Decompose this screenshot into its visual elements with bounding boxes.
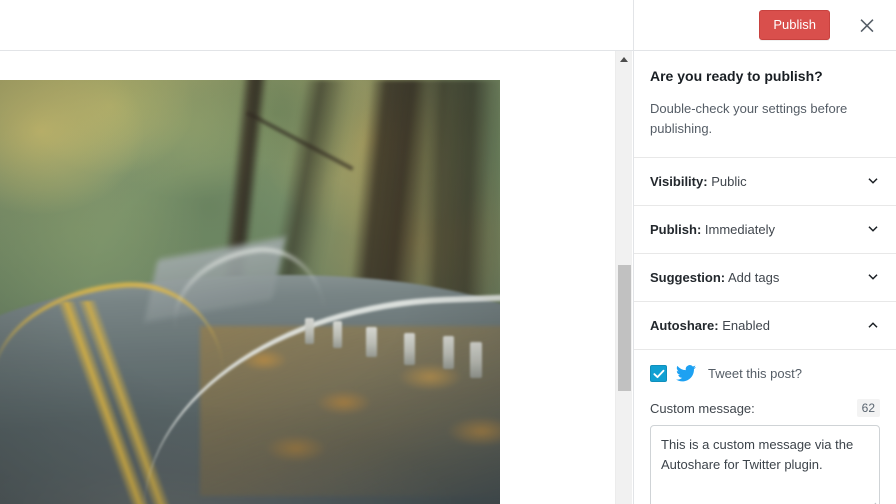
tweet-this-post-row[interactable]: Tweet this post? (650, 364, 880, 384)
panel-row-publish-text: Publish: Immediately (650, 222, 775, 237)
panel-row-visibility-value: Public (711, 173, 747, 189)
tweet-this-post-checkbox[interactable] (650, 365, 667, 383)
scroll-up-arrow-icon[interactable] (616, 51, 632, 68)
panel-row-visibility[interactable]: Visibility: Public (634, 156, 896, 205)
chevron-down-icon[interactable] (866, 270, 880, 284)
panel-row-suggestion[interactable]: Suggestion: Add tags (634, 252, 896, 301)
panel-row-visibility-label: Visibility: (650, 173, 708, 189)
custom-message-label: Custom message: (650, 400, 755, 416)
featured-image-block[interactable] (0, 80, 500, 504)
tweet-this-post-label: Tweet this post? (708, 366, 802, 382)
panel-row-publish-label: Publish: (650, 221, 702, 237)
wordpress-editor-screen: Publish Are you ready to publish? Double… (0, 0, 896, 504)
editor-canvas[interactable] (0, 51, 633, 504)
panel-row-autoshare[interactable]: Autoshare: Enabled (634, 300, 896, 349)
editor-topbar (0, 0, 633, 51)
chevron-down-icon[interactable] (866, 174, 880, 188)
editor-area (0, 0, 633, 504)
panel-row-suggestion-label: Suggestion: (650, 269, 726, 285)
panel-row-publish[interactable]: Publish: Immediately (634, 204, 896, 253)
panel-row-autoshare-text: Autoshare: Enabled (650, 318, 770, 333)
twitter-bird-icon (676, 365, 696, 382)
panel-row-suggestion-text: Suggestion: Add tags (650, 270, 779, 285)
panel-description: Double-check your settings before publis… (650, 100, 848, 136)
editor-scrollbar[interactable] (615, 51, 632, 504)
character-counter: 62 (856, 398, 880, 418)
chevron-down-icon[interactable] (866, 222, 880, 236)
publish-button[interactable]: Publish (759, 9, 830, 41)
panel-heading: Are you ready to publish? (650, 68, 823, 84)
pre-publish-panel: Publish Are you ready to publish? Double… (633, 0, 896, 504)
custom-message-input[interactable] (650, 425, 880, 504)
custom-message-field-wrap (650, 417, 880, 504)
panel-row-autoshare-label: Autoshare: (650, 317, 719, 333)
panel-intro: Are you ready to publish? Double-check y… (634, 51, 896, 157)
autoshare-settings: Tweet this post? Custom message: 62 (634, 348, 896, 504)
close-icon[interactable] (850, 8, 884, 42)
panel-row-autoshare-value: Enabled (722, 317, 770, 333)
panel-row-publish-value: Immediately (704, 221, 775, 237)
chevron-up-icon[interactable] (866, 318, 880, 332)
photo-vignette (0, 80, 500, 504)
panel-row-suggestion-value: Add tags (728, 269, 780, 285)
custom-message-row: Custom message: 62 (650, 398, 880, 418)
panel-header: Publish (634, 0, 896, 51)
panel-row-visibility-text: Visibility: Public (650, 174, 747, 189)
scrollbar-thumb[interactable] (618, 265, 631, 391)
